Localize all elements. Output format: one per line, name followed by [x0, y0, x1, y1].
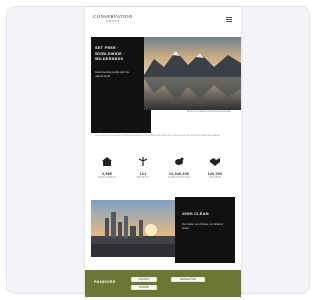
stat-item: 12,346,400 ACRES PROTECTED: [163, 157, 195, 179]
footer-link[interactable]: CONTACT: [131, 277, 157, 282]
stat-value: 120,000: [207, 172, 223, 176]
hero-title: SET FREE · WORLDWIDE · WILDERNESS: [95, 46, 125, 61]
tree-icon: [138, 157, 148, 166]
footer-link[interactable]: NEWSLETTER: [171, 277, 205, 282]
mountain-lake-image: [144, 37, 241, 110]
logo: CONSERVATION GROUP: [93, 14, 133, 24]
stat-item: 121 PROJECTS: [127, 157, 159, 179]
stat-label: ACRES PROTECTED: [167, 177, 191, 179]
footer: PANDORE CONTACT NEWSLETTER DONATE: [85, 270, 241, 297]
stat-label: HOMES REBUILT: [97, 177, 117, 179]
stat-item: 120,000 PARTNERS: [199, 157, 231, 179]
email-preview: CONSERVATION GROUP SET FREE · WORLDWIDE …: [85, 7, 241, 297]
city-skyline-image: [91, 200, 175, 257]
hero-side-text: Explore our latest field reports and pro…: [187, 111, 231, 113]
home-icon: [102, 157, 112, 166]
stats-row: 2,985 HOMES REBUILT 121 PROJECTS 12,346,…: [91, 157, 235, 193]
handshake-icon: [210, 158, 220, 166]
stat-item: 2,985 HOMES REBUILT: [91, 157, 123, 179]
stat-value: 12,346,400: [169, 172, 189, 176]
logo-name: CONSERVATION: [93, 14, 133, 19]
stat-label: PARTNERS: [208, 177, 222, 179]
footer-link[interactable]: DONATE: [131, 285, 157, 290]
section-text: Our cities, our climate, our shared futu…: [182, 223, 223, 230]
footer-title: PANDORE: [94, 279, 116, 284]
menu-icon[interactable]: [226, 17, 232, 22]
bird-icon: [175, 157, 184, 165]
stat-value: 121: [139, 172, 147, 176]
hero-text: Reconnecting people with the natural wor…: [95, 71, 130, 78]
section-title: 100% CLEAN: [182, 212, 209, 216]
intro-paragraph: Our mission is to protect wild places an…: [95, 134, 221, 137]
header: CONSERVATION GROUP: [85, 7, 241, 31]
stat-label: PROJECTS: [136, 177, 150, 179]
stat-value: 2,985: [102, 172, 112, 176]
logo-tagline: GROUP: [105, 20, 121, 23]
